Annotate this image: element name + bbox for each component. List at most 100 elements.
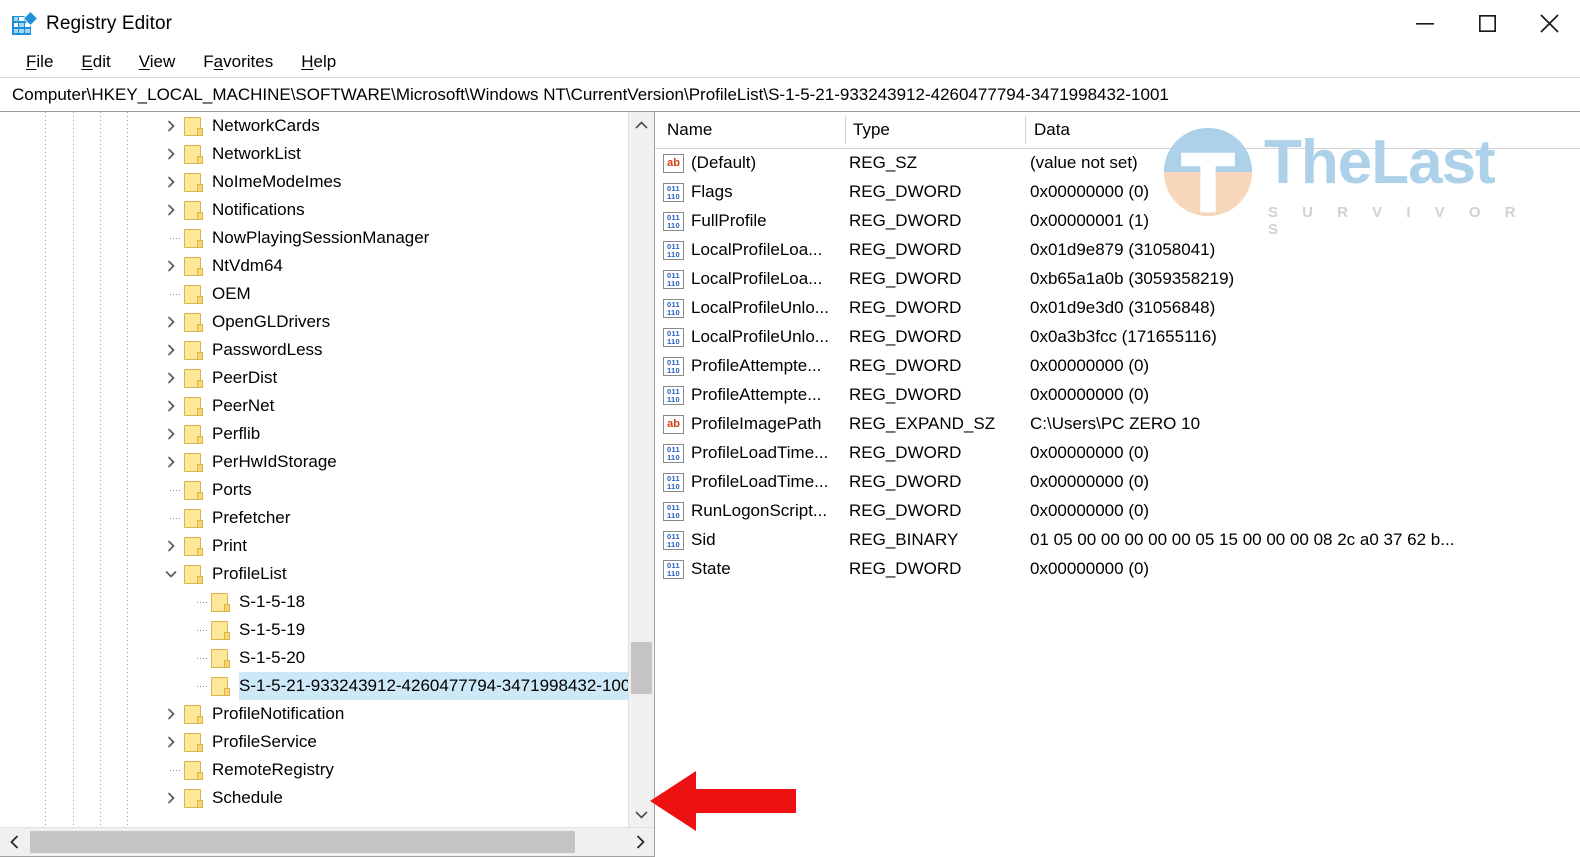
tree-item-label: Prefetcher (212, 508, 291, 527)
scroll-down-button[interactable] (629, 802, 654, 827)
tree-item[interactable]: PeerDist (0, 364, 628, 392)
tree-item[interactable]: Notifications (0, 196, 628, 224)
menu-item-view[interactable]: View (125, 47, 190, 77)
chevron-right-icon[interactable] (160, 700, 182, 728)
registry-value-data: 0x01d9e3d0 (31056848) (1030, 298, 1216, 317)
chevron-right-icon[interactable] (160, 140, 182, 168)
chevron-right-icon[interactable] (160, 308, 182, 336)
tree-item[interactable]: Schedule (0, 784, 628, 812)
tree-item[interactable]: Print (0, 532, 628, 560)
chevron-right-icon[interactable] (160, 112, 182, 140)
tree-vertical-scrollbar[interactable] (628, 112, 654, 827)
tree-item[interactable]: Prefetcher (0, 504, 628, 532)
tree-item-label: ProfileNotification (212, 704, 345, 723)
tree-item[interactable]: ProfileNotification (0, 700, 628, 728)
registry-value-row[interactable]: 011 110 State REG_DWORD 0x00000000 (0) (655, 555, 1580, 584)
registry-value-data: 0x00000000 (0) (1030, 501, 1150, 520)
registry-value-row[interactable]: 011 110 Sid REG_BINARY 01 05 00 00 00 00 00 … (655, 526, 1580, 555)
tree-item-label: Perflib (212, 424, 261, 443)
chevron-right-icon[interactable] (160, 728, 182, 756)
maximize-button[interactable] (1456, 0, 1518, 47)
tree-connector (187, 616, 209, 644)
registry-value-row[interactable]: 011 110 LocalProfileUnlo... REG_DWORD 0x01d9… (655, 294, 1580, 323)
chevron-right-icon[interactable] (160, 336, 182, 364)
folder-icon (182, 452, 204, 472)
tree-horizontal-scrollbar[interactable] (0, 827, 654, 856)
menu-item-file[interactable]: File (12, 47, 67, 77)
tree-item[interactable]: Ports (0, 476, 628, 504)
tree-item[interactable]: NetworkCards (0, 112, 628, 140)
registry-value-data: 0xb65a1a0b (3059358219) (1030, 269, 1235, 288)
registry-value-type: REG_DWORD (849, 269, 962, 288)
tree-scroll-thumb[interactable] (631, 642, 652, 694)
column-header-type[interactable]: Type (853, 120, 890, 140)
address-bar[interactable]: Computer\HKEY_LOCAL_MACHINE\SOFTWARE\Mic… (0, 78, 1580, 112)
registry-value-name: State (691, 559, 731, 578)
chevron-right-icon[interactable] (160, 420, 182, 448)
registry-tree-pane: NetworkCards NetworkList NoImeModeImes Noti… (0, 112, 655, 857)
tree-item[interactable]: S-1-5-18 (0, 588, 628, 616)
registry-value-row[interactable]: 011 110 ProfileAttempte... REG_DWORD 0x00000… (655, 381, 1580, 410)
tree-item[interactable]: ProfileService (0, 728, 628, 756)
menu-item-help[interactable]: Help (287, 47, 350, 77)
registry-value-name: LocalProfileLoa... (691, 240, 823, 259)
registry-value-row[interactable]: ab ProfileImagePath REG_EXPAND_SZ C:\Users\… (655, 410, 1580, 439)
chevron-right-icon[interactable] (160, 392, 182, 420)
tree-item[interactable]: NetworkList (0, 140, 628, 168)
tree-item[interactable]: RemoteRegistry (0, 756, 628, 784)
tree-item[interactable]: PerHwIdStorage (0, 448, 628, 476)
menu-item-favorites[interactable]: Favorites (189, 47, 287, 77)
close-button[interactable] (1518, 0, 1580, 47)
tree-item[interactable]: NowPlayingSessionManager (0, 224, 628, 252)
menu-item-edit[interactable]: Edit (67, 47, 124, 77)
column-header-name[interactable]: Name (667, 120, 712, 140)
tree-item[interactable]: NtVdm64 (0, 252, 628, 280)
chevron-right-icon[interactable] (160, 196, 182, 224)
tree-item[interactable]: ProfileList (0, 560, 628, 588)
tree-item-label: OEM (212, 284, 251, 303)
chevron-right-icon[interactable] (160, 168, 182, 196)
chevron-right-icon[interactable] (160, 532, 182, 560)
registry-value-row[interactable]: 011 110 Flags REG_DWORD 0x00000000 (0) (655, 178, 1580, 207)
chevron-right-icon[interactable] (160, 252, 182, 280)
registry-value-type: REG_DWORD (849, 443, 962, 462)
minimize-button[interactable] (1394, 0, 1456, 47)
scroll-up-button[interactable] (629, 112, 654, 137)
tree-item[interactable]: PasswordLess (0, 336, 628, 364)
registry-value-row[interactable]: 011 110 LocalProfileUnlo... REG_DWORD 0x0a3b… (655, 323, 1580, 352)
registry-value-row[interactable]: 011 110 ProfileLoadTime... REG_DWORD 0x00000… (655, 468, 1580, 497)
tree-hscroll-thumb[interactable] (30, 831, 575, 853)
folder-icon (182, 312, 204, 332)
registry-value-row[interactable]: 011 110 LocalProfileLoa... REG_DWORD 0xb65a1… (655, 265, 1580, 294)
registry-value-row[interactable]: 011 110 RunLogonScript... REG_DWORD 0x000000… (655, 497, 1580, 526)
chevron-down-icon[interactable] (160, 560, 182, 588)
tree-item[interactable]: OpenGLDrivers (0, 308, 628, 336)
tree-item[interactable]: Perflib (0, 420, 628, 448)
tree-connector (160, 280, 182, 308)
registry-value-row[interactable]: ab (Default) REG_SZ (value not set) (655, 149, 1580, 178)
registry-values-list: ab (Default) REG_SZ (value not set) 011 110 Fl… (655, 149, 1580, 584)
tree-item[interactable]: PeerNet (0, 392, 628, 420)
folder-icon (182, 424, 204, 444)
registry-value-row[interactable]: 011 110 FullProfile REG_DWORD 0x00000001 (1) (655, 207, 1580, 236)
tree-item[interactable]: NoImeModeImes (0, 168, 628, 196)
tree-item[interactable]: S-1-5-21-933243912-4260477794-3471998432… (0, 672, 628, 700)
tree-item-label: RemoteRegistry (212, 760, 334, 779)
registry-value-data: 0x00000001 (1) (1030, 211, 1150, 230)
registry-value-row[interactable]: 011 110 LocalProfileLoa... REG_DWORD 0x01d9e… (655, 236, 1580, 265)
registry-value-type: REG_DWORD (849, 472, 962, 491)
scroll-left-button[interactable] (0, 828, 28, 856)
tree-item[interactable]: OEM (0, 280, 628, 308)
chevron-right-icon[interactable] (160, 784, 182, 812)
string-value-icon: ab (663, 154, 685, 174)
tree-item[interactable]: S-1-5-20 (0, 644, 628, 672)
registry-value-row[interactable]: 011 110 ProfileAttempte... REG_DWORD 0x00000… (655, 352, 1580, 381)
tree-scroll-area[interactable]: NetworkCards NetworkList NoImeModeImes Noti… (0, 112, 628, 827)
column-header-data[interactable]: Data (1034, 120, 1070, 140)
registry-value-name: RunLogonScript... (691, 501, 828, 520)
tree-item[interactable]: S-1-5-19 (0, 616, 628, 644)
scroll-right-button[interactable] (626, 828, 654, 856)
chevron-right-icon[interactable] (160, 448, 182, 476)
registry-value-row[interactable]: 011 110 ProfileLoadTime... REG_DWORD 0x00000… (655, 439, 1580, 468)
chevron-right-icon[interactable] (160, 364, 182, 392)
